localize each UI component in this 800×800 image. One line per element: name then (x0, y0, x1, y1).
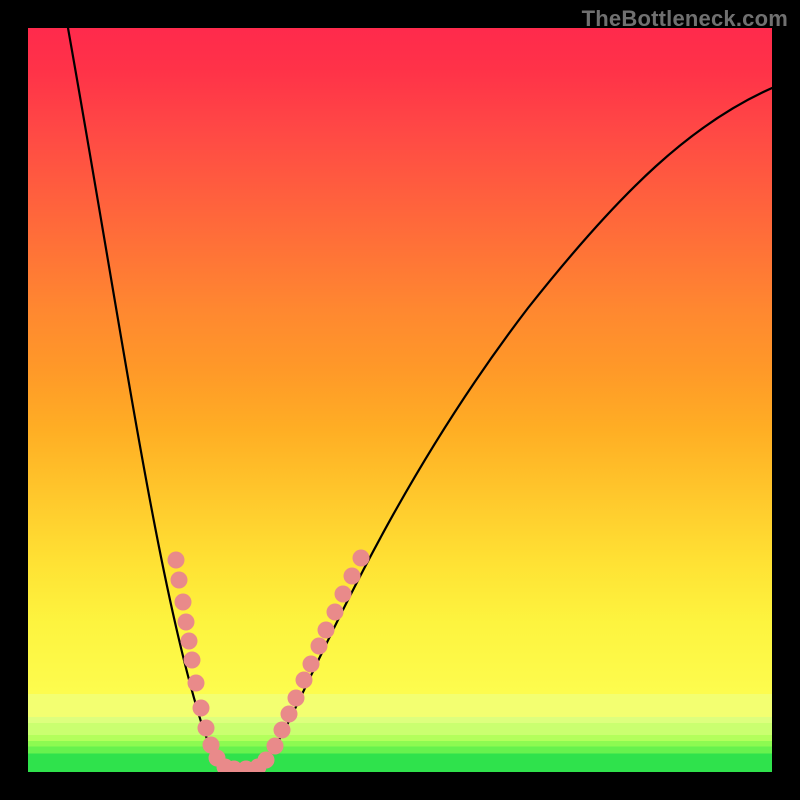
data-dot (267, 738, 284, 755)
data-dot (327, 604, 344, 621)
chart-area (28, 28, 772, 772)
watermark-text: TheBottleneck.com (582, 6, 788, 32)
data-dot (296, 672, 313, 689)
data-dot (274, 722, 291, 739)
data-dot (281, 706, 298, 723)
data-dot (288, 690, 305, 707)
data-dot (311, 638, 328, 655)
data-dot (188, 675, 205, 692)
data-dot (175, 594, 192, 611)
data-dot (318, 622, 335, 639)
data-dot (171, 572, 188, 589)
dots-right-group (250, 550, 370, 773)
dots-left-group (168, 552, 255, 773)
data-dot (198, 720, 215, 737)
data-dot (193, 700, 210, 717)
curve-path (68, 28, 772, 769)
data-dot (353, 550, 370, 567)
bottleneck-curve (28, 28, 772, 772)
data-dot (344, 568, 361, 585)
data-dot (178, 614, 195, 631)
data-dot (335, 586, 352, 603)
data-dot (258, 752, 275, 769)
data-dot (303, 656, 320, 673)
data-dot (181, 633, 198, 650)
data-dot (168, 552, 185, 569)
data-dot (184, 652, 201, 669)
